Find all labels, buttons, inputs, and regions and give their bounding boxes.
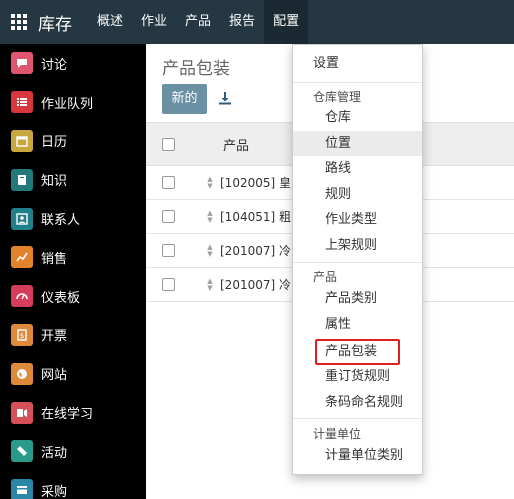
- menu-item-routes[interactable]: 路线: [293, 156, 422, 181]
- calendar-icon: [11, 129, 33, 152]
- sidebar-item-label: 日历: [41, 135, 68, 151]
- sidebar-item-elearning[interactable]: 在线学习: [0, 393, 146, 432]
- drag-handle-icon[interactable]: ▲ ▼: [206, 277, 214, 292]
- app-brand[interactable]: 库存: [38, 10, 72, 35]
- dropdown-divider: [293, 82, 422, 83]
- menu-products[interactable]: 产品: [176, 0, 220, 44]
- select-all-checkbox[interactable]: [162, 137, 175, 151]
- configuration-dropdown: 设置 仓库管理 仓库 位置 路线 规则 作业类型 上架规则 产品 产品类别 属性…: [292, 44, 423, 475]
- sidebar-item-label: 知识: [41, 174, 68, 190]
- contact-card-icon: [11, 207, 33, 230]
- section-header-units-of-measure: 计量单位: [313, 427, 362, 441]
- sidebar-item-label: 开票: [41, 329, 68, 345]
- sidebar-item-calendar[interactable]: 日历: [0, 122, 146, 161]
- sidebar-item-website[interactable]: 网站: [0, 354, 146, 393]
- menu-item-rules[interactable]: 规则: [293, 182, 422, 207]
- menu-item-locations[interactable]: 位置: [293, 131, 422, 156]
- dropdown-divider: [293, 262, 422, 263]
- menu-item-settings[interactable]: 设置: [293, 51, 422, 76]
- menu-overview[interactable]: 概述: [88, 0, 132, 44]
- sidebar-item-label: 采购: [41, 484, 68, 499]
- sidebar-item-contacts[interactable]: 联系人: [0, 199, 146, 238]
- row-checkbox[interactable]: [162, 278, 175, 291]
- column-header-product[interactable]: 产品: [223, 135, 249, 154]
- app-sidebar: 讨论 作业队列 日历 知识 联系人 销售 仪表板 $ 开票 网站 在线学习 活动…: [0, 44, 146, 499]
- sidebar-item-knowledge[interactable]: 知识: [0, 160, 146, 199]
- sidebar-item-label: 活动: [41, 445, 68, 461]
- menu-configuration[interactable]: 配置: [264, 0, 309, 44]
- svg-text:$: $: [20, 332, 24, 340]
- invoice-icon: $: [11, 323, 33, 346]
- drag-handle-icon[interactable]: ▲ ▼: [206, 175, 214, 190]
- sidebar-item-label: 销售: [41, 251, 68, 267]
- dropdown-divider: [293, 418, 422, 419]
- download-icon[interactable]: [218, 91, 232, 105]
- elearning-icon: [11, 401, 33, 424]
- credit-card-icon: [11, 479, 33, 499]
- menu-item-operation-types[interactable]: 作业类型: [293, 207, 422, 232]
- menu-item-attributes[interactable]: 属性: [293, 312, 422, 337]
- menu-item-putaway-rules[interactable]: 上架规则: [293, 233, 422, 258]
- menu-item-barcode-nomenclatures[interactable]: 条码命名规则: [293, 390, 422, 415]
- menu-reporting[interactable]: 报告: [220, 0, 264, 44]
- section-header-products: 产品: [313, 270, 338, 284]
- drag-handle-icon[interactable]: ▲ ▼: [206, 209, 214, 224]
- menu-item-product-categories[interactable]: 产品类别: [293, 286, 422, 311]
- sidebar-item-label: 网站: [41, 368, 68, 384]
- row-checkbox[interactable]: [162, 176, 175, 189]
- globe-icon: [11, 362, 33, 385]
- chat-icon: [11, 52, 33, 75]
- page-title: 产品包装: [162, 59, 230, 79]
- row-product: [104051] 粗: [220, 210, 291, 224]
- row-product: [201007] 冷: [220, 244, 291, 258]
- section-header-warehouse-management: 仓库管理: [313, 90, 362, 104]
- chart-icon: [11, 246, 33, 269]
- sidebar-item-discuss[interactable]: 讨论: [0, 44, 146, 83]
- list-icon: [11, 91, 33, 114]
- menu-item-warehouses[interactable]: 仓库: [293, 105, 422, 130]
- drag-handle-icon[interactable]: ▲ ▼: [206, 243, 214, 258]
- sidebar-item-label: 仪表板: [41, 290, 81, 306]
- sidebar-item-job-queue[interactable]: 作业队列: [0, 83, 146, 122]
- sidebar-item-invoicing[interactable]: $ 开票: [0, 316, 146, 355]
- sidebar-item-label: 作业队列: [41, 96, 94, 112]
- sidebar-item-events[interactable]: 活动: [0, 432, 146, 471]
- sidebar-item-label: 在线学习: [41, 407, 94, 423]
- top-navbar: 库存 概述 作业 产品 报告 配置: [0, 0, 514, 44]
- highlight-annotation-box: [315, 339, 400, 365]
- row-checkbox[interactable]: [162, 210, 175, 223]
- sidebar-item-label: 联系人: [41, 213, 81, 229]
- ticket-icon: [11, 440, 33, 463]
- row-checkbox[interactable]: [162, 244, 175, 257]
- menu-item-uom-categories[interactable]: 计量单位类别: [293, 443, 422, 468]
- gauge-icon: [11, 285, 33, 308]
- row-product: [201007] 冷: [220, 278, 291, 292]
- apps-menu-icon[interactable]: [0, 0, 38, 44]
- book-icon: [11, 168, 33, 191]
- sidebar-item-purchase[interactable]: 采购: [0, 471, 146, 499]
- sidebar-item-sales[interactable]: 销售: [0, 238, 146, 277]
- new-button[interactable]: 新的: [162, 84, 207, 114]
- sidebar-item-label: 讨论: [41, 57, 68, 73]
- menu-operations[interactable]: 作业: [132, 0, 176, 44]
- row-product: [102005] 皇: [220, 176, 291, 190]
- menu-item-reordering-rules[interactable]: 重订货规则: [293, 364, 422, 389]
- sidebar-item-dashboards[interactable]: 仪表板: [0, 277, 146, 316]
